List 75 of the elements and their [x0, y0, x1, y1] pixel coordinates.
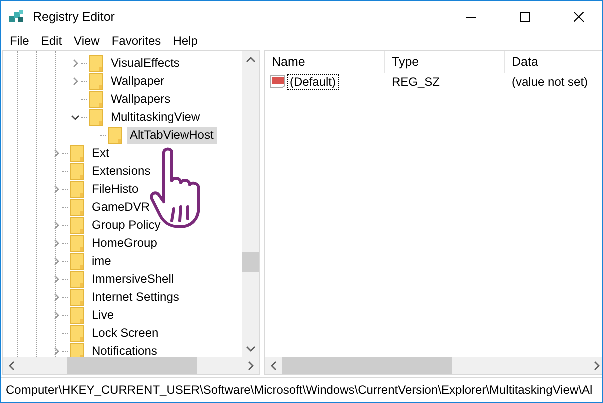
menu-item[interactable]: View [68, 32, 106, 50]
chevron-right-icon[interactable] [52, 274, 60, 284]
folder-icon [89, 54, 103, 72]
close-icon [574, 12, 584, 22]
tree-item[interactable]: ime [89, 252, 114, 270]
tree-item[interactable]: Group Policy [89, 216, 164, 234]
folder-icon [70, 144, 84, 162]
window-title: Registry Editor [33, 10, 116, 24]
tree-item[interactable]: AltTabViewHost [127, 126, 217, 144]
vertical-scrollbar[interactable] [242, 51, 259, 357]
horizontal-scrollbar[interactable] [265, 357, 602, 374]
registry-cubes-icon [8, 8, 25, 24]
scroll-thumb[interactable] [67, 357, 197, 374]
menu-item[interactable]: Edit [35, 32, 68, 50]
scroll-left-icon[interactable] [8, 360, 16, 370]
tree-item[interactable]: VisualEffects [108, 54, 183, 72]
value-name[interactable]: (Default) [288, 74, 338, 89]
folder-icon [70, 252, 84, 270]
tree-item[interactable]: Lock Screen [89, 324, 162, 342]
tree-item[interactable]: Extensions [89, 162, 154, 180]
chevron-right-icon[interactable] [52, 184, 60, 194]
tree-item[interactable]: MultitaskingView [108, 108, 204, 126]
tree-item[interactable]: Live [89, 306, 118, 324]
tree-item[interactable]: Internet Settings [89, 288, 182, 306]
chevron-right-icon[interactable] [52, 292, 60, 302]
horizontal-scrollbar[interactable] [3, 357, 259, 374]
menu-item[interactable]: Favorites [106, 32, 168, 50]
scroll-right-icon[interactable] [246, 360, 254, 370]
status-bar-path: Computer\HKEY_CURRENT_USER\Software\Microsoft\Windows\CurrentVersion\Explorer\MultitaskingView\Al [6, 383, 593, 397]
folder-icon [70, 270, 84, 288]
folder-icon [70, 306, 84, 324]
folder-icon [70, 216, 84, 234]
maximize-icon [520, 12, 530, 22]
folder-icon [70, 324, 84, 342]
menu-item[interactable]: File [4, 32, 36, 50]
tree-item[interactable]: Wallpapers [108, 90, 174, 108]
tree-item[interactable]: Ext [89, 144, 112, 162]
scroll-right-icon[interactable] [592, 360, 600, 370]
column-header[interactable]: Name [265, 51, 385, 73]
tree-item[interactable]: HomeGroup [89, 234, 160, 252]
column-header[interactable]: Data [505, 51, 602, 73]
folder-icon [89, 90, 103, 108]
tree-item[interactable]: Notifications [89, 342, 160, 357]
chevron-down-icon[interactable] [70, 112, 80, 122]
chevron-right-icon[interactable] [52, 148, 60, 158]
folder-icon [89, 72, 103, 90]
tree-item[interactable]: Wallpaper [108, 72, 168, 90]
chevron-right-icon[interactable] [70, 76, 80, 86]
scroll-thumb[interactable] [242, 252, 259, 272]
menu-item[interactable]: Help [167, 32, 204, 50]
scroll-left-icon[interactable] [270, 360, 278, 370]
value-type: REG_SZ [391, 75, 442, 89]
chevron-right-icon[interactable] [52, 238, 60, 248]
scroll-up-icon[interactable] [246, 56, 256, 64]
tree-item[interactable]: ImmersiveShell [89, 270, 178, 288]
tree-item[interactable]: FileHisto [89, 180, 142, 198]
folder-icon [89, 108, 103, 126]
value-data: (value not set) [511, 75, 590, 89]
scroll-down-icon[interactable] [246, 344, 256, 352]
folder-icon [70, 288, 84, 306]
folder-icon [70, 234, 84, 252]
scroll-thumb[interactable] [282, 357, 452, 374]
folder-icon [70, 342, 84, 357]
string-value-icon [270, 75, 286, 90]
chevron-right-icon[interactable] [52, 256, 60, 266]
tree-item[interactable]: GameDVR [89, 198, 154, 216]
chevron-right-icon[interactable] [70, 58, 80, 68]
folder-icon [70, 180, 84, 198]
column-header[interactable]: Type [385, 51, 505, 73]
chevron-right-icon[interactable] [52, 346, 60, 356]
chevron-right-icon[interactable] [52, 310, 60, 320]
folder-icon [70, 162, 84, 180]
folder-icon [70, 198, 84, 216]
folder-icon [108, 126, 122, 144]
chevron-right-icon[interactable] [52, 220, 60, 230]
